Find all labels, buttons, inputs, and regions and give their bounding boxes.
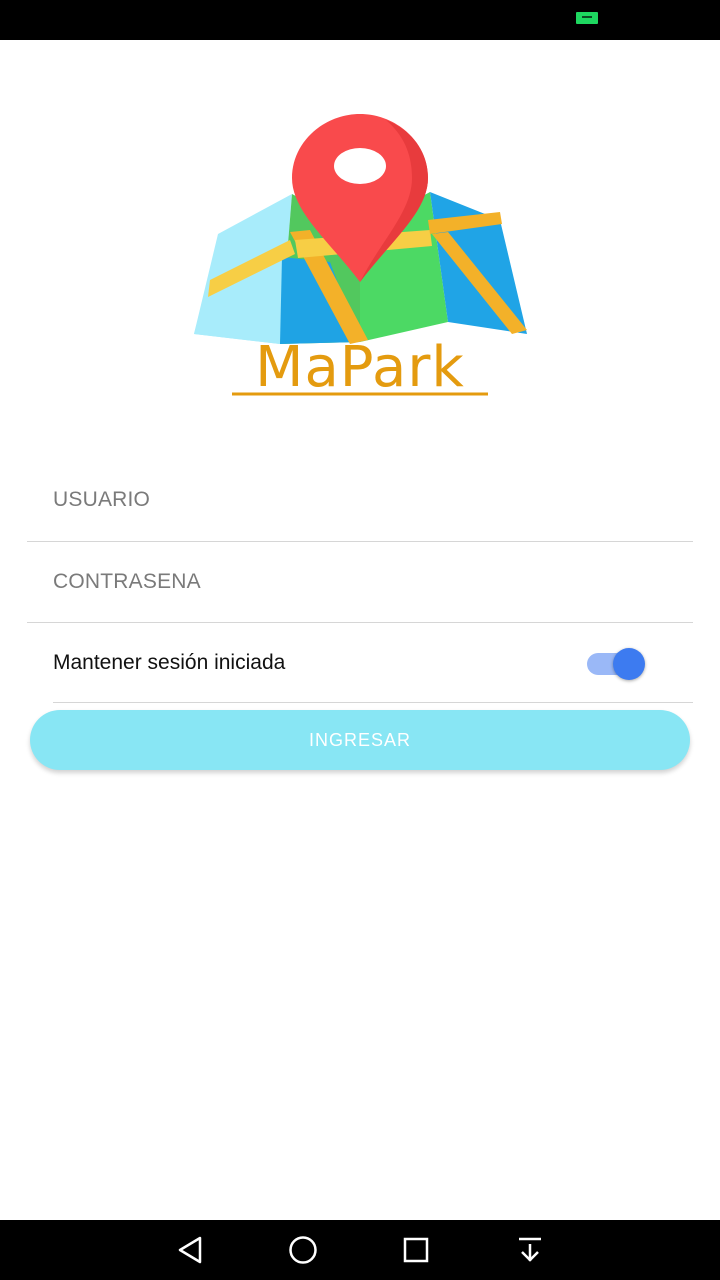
- toggle-thumb: [613, 648, 645, 680]
- back-icon[interactable]: [172, 1232, 208, 1268]
- remember-session-row: Mantener sesión iniciada: [53, 623, 693, 703]
- navigation-bar: [0, 1220, 720, 1280]
- location-pin-hole: [334, 148, 386, 184]
- battery-icon: [576, 12, 598, 24]
- app-name: MaPark: [255, 335, 465, 400]
- login-button[interactable]: INGRESAR: [30, 710, 690, 770]
- home-icon[interactable]: [285, 1232, 321, 1268]
- password-placeholder: CONTRASENA: [53, 570, 201, 593]
- password-field[interactable]: CONTRASENA: [27, 542, 693, 623]
- username-placeholder: USUARIO: [53, 488, 151, 511]
- username-field[interactable]: USUARIO: [27, 460, 693, 542]
- notification-pull-icon[interactable]: [512, 1232, 548, 1268]
- login-screen: MaPark USUARIO CONTRASENA Mantener sesió…: [0, 40, 720, 1220]
- mapark-logo: MaPark: [194, 114, 527, 400]
- status-bar: [0, 0, 720, 40]
- remember-session-label: Mantener sesión iniciada: [53, 651, 286, 674]
- recents-icon[interactable]: [398, 1232, 434, 1268]
- remember-session-toggle[interactable]: [587, 648, 647, 680]
